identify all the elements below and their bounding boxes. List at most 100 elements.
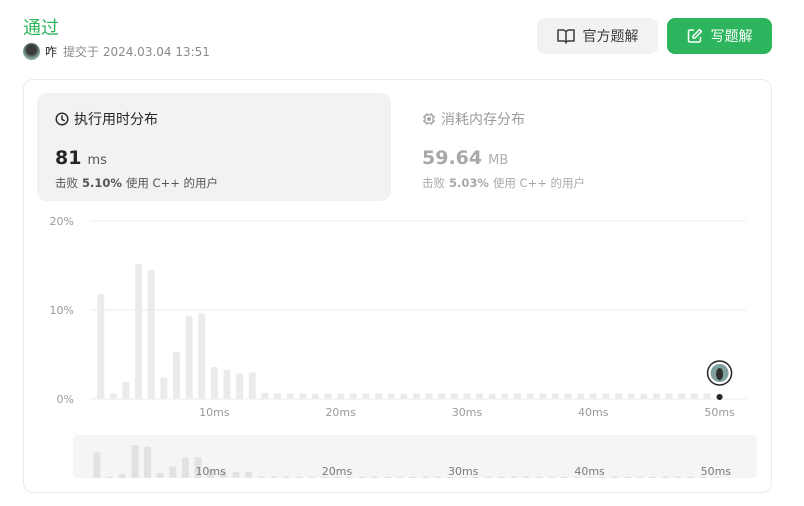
overview-bar: [358, 476, 366, 478]
bar: [109, 393, 117, 399]
bar: [286, 393, 294, 399]
official-solution-label: 官方题解: [582, 29, 639, 45]
bar: [577, 393, 585, 399]
bar: [375, 393, 383, 399]
overview-bar: [560, 476, 568, 478]
write-solution-button[interactable]: 写题解: [667, 18, 772, 54]
overview-bar: [371, 476, 379, 478]
user-marker-dot: [716, 394, 723, 400]
bar: [261, 392, 269, 399]
bar: [450, 393, 458, 399]
book-icon: [556, 29, 575, 44]
overview-bar: [169, 466, 177, 478]
overview-bar: [687, 476, 695, 478]
bar: [147, 269, 155, 399]
overview-bar: [181, 457, 189, 478]
overview-bar: [611, 476, 619, 478]
bar: [387, 393, 395, 399]
bar: [425, 393, 433, 399]
overview-x-tick-label: 20ms: [322, 465, 353, 478]
bar: [97, 293, 105, 399]
overview-bar: [434, 476, 442, 478]
bar: [135, 263, 143, 399]
avatar[interactable]: [23, 43, 40, 60]
overview-x-tick-label: 40ms: [574, 465, 605, 478]
overview-x-tick-label: 50ms: [701, 465, 732, 478]
official-solution-button[interactable]: 官方题解: [537, 18, 658, 54]
bar: [185, 316, 193, 399]
overview-bar: [232, 471, 240, 478]
x-tick-label: 40ms: [578, 406, 609, 419]
overview-bar: [674, 476, 682, 478]
bar: [602, 393, 610, 399]
bar: [210, 366, 218, 399]
bar: [198, 313, 206, 399]
bar: [627, 393, 635, 399]
bar: [438, 393, 446, 399]
edit-icon: [687, 28, 702, 43]
bar: [640, 393, 648, 399]
x-tick-label: 50ms: [704, 406, 735, 419]
write-solution-label: 写题解: [710, 29, 753, 45]
overview-bar: [257, 476, 265, 478]
overview-bar: [131, 445, 139, 478]
runtime-distribution-chart[interactable]: 20% 10% 0% 10ms 20ms 30ms 40ms 50ms 10ms 20ms 30ms…: [24, 80, 771, 492]
submitted-time: 提交于 2024.03.04 13:51: [63, 45, 210, 59]
bar: [551, 393, 559, 399]
overview-bar: [636, 476, 644, 478]
submission-status: 通过: [23, 18, 59, 39]
bar: [324, 393, 332, 399]
overview-bar: [649, 476, 657, 478]
overview-bar: [661, 476, 669, 478]
y-tick-label: 0%: [57, 393, 74, 406]
bar: [501, 393, 509, 399]
bar: [172, 351, 180, 399]
bar: [236, 373, 244, 399]
overview-bar: [270, 476, 278, 478]
overview-bar: [497, 476, 505, 478]
bar: [274, 393, 282, 399]
bar: [362, 393, 370, 399]
bar: [337, 393, 345, 399]
bar: [160, 377, 168, 399]
x-tick-label: 10ms: [199, 406, 230, 419]
bar: [223, 369, 231, 399]
bar: [412, 393, 420, 399]
bar: [564, 393, 572, 399]
overview-bar: [118, 473, 126, 478]
bar: [400, 393, 408, 399]
bar: [463, 393, 471, 399]
overview-bar: [144, 446, 152, 478]
username[interactable]: 咋: [45, 43, 57, 60]
bar: [665, 393, 673, 399]
overview-x-tick-label: 10ms: [195, 465, 226, 478]
x-tick-label: 20ms: [325, 406, 356, 419]
bar: [349, 393, 357, 399]
overview-bar: [396, 476, 404, 478]
overview-bar: [409, 476, 417, 478]
bar: [678, 393, 686, 399]
bar: [652, 393, 660, 399]
bar: [615, 393, 623, 399]
bar: [703, 393, 711, 399]
overview-x-tick-label: 30ms: [448, 465, 479, 478]
bar: [526, 393, 534, 399]
overview-bar: [106, 476, 114, 478]
overview-bar: [282, 476, 290, 478]
overview-bar: [623, 476, 631, 478]
overview-bar: [535, 476, 543, 478]
overview-bar: [308, 476, 316, 478]
overview-bar: [485, 476, 493, 478]
bar: [488, 393, 496, 399]
y-tick-label: 20%: [50, 215, 74, 228]
bar: [690, 393, 698, 399]
overview-bar: [295, 476, 303, 478]
overview-bar: [383, 476, 391, 478]
submission-meta: 咋 提交于 2024.03.04 13:51: [23, 43, 210, 60]
bar: [589, 393, 597, 399]
bar: [248, 372, 256, 399]
bar: [311, 393, 319, 399]
user-avatar-figure: [716, 368, 724, 380]
performance-card: 执行用时分布 81 ms 击败 5.10% 使用 C++ 的用户 消耗内存分布 59.…: [23, 79, 772, 493]
y-tick-label: 10%: [50, 304, 74, 317]
